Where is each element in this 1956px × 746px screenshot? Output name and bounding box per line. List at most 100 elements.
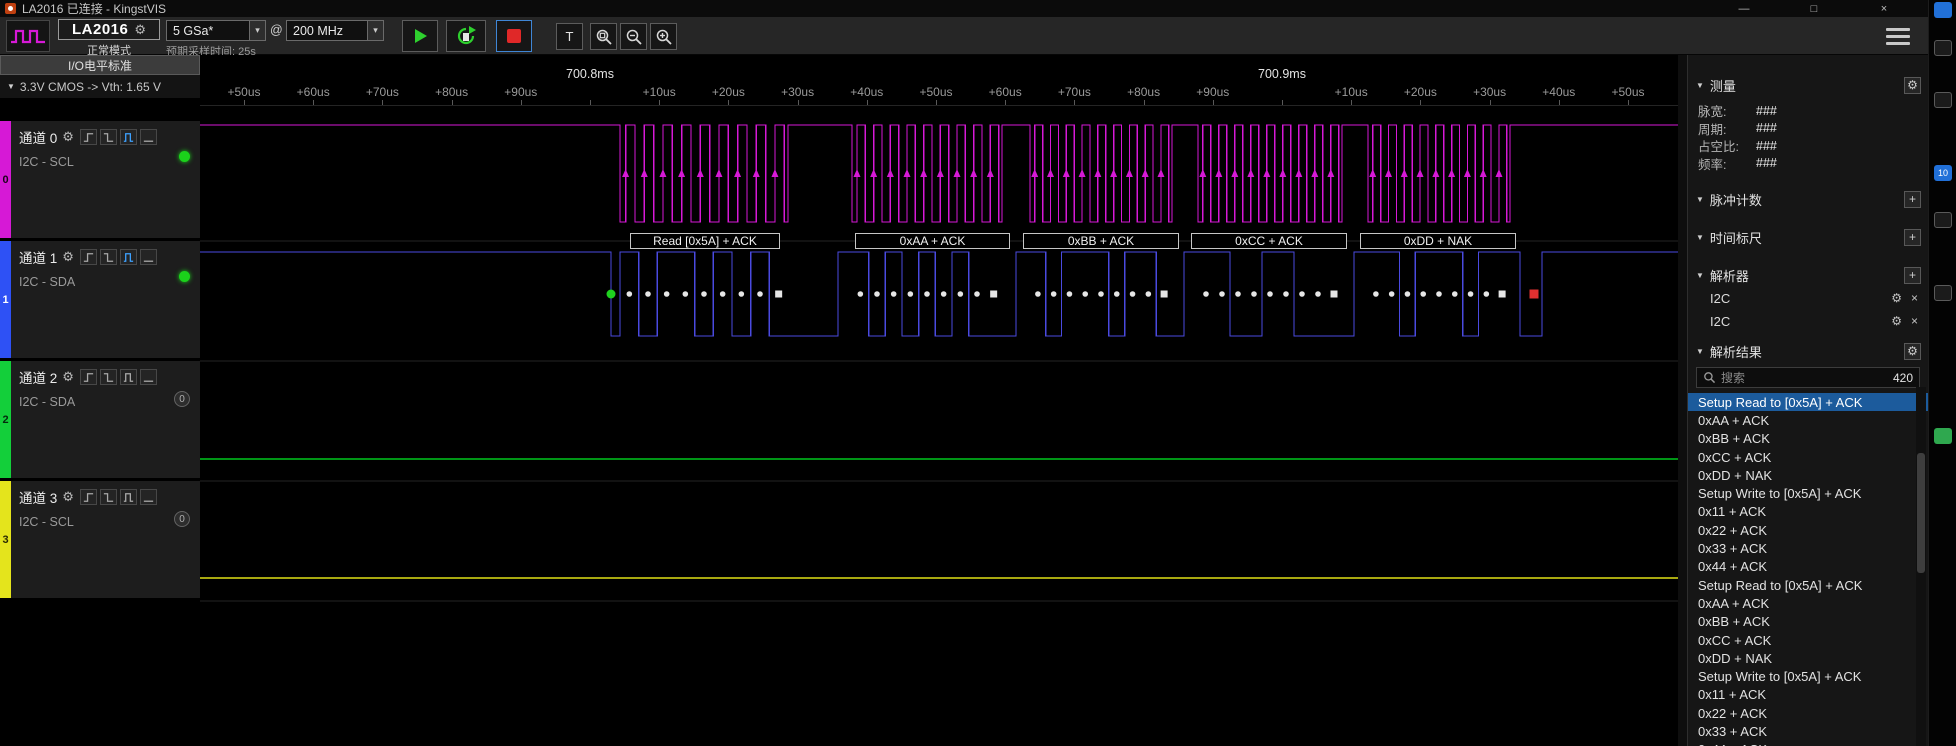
waveform-viewport[interactable] — [200, 55, 1678, 746]
section-time-ruler[interactable]: ▼ 时间标尺 + — [1688, 227, 1928, 247]
section-measure[interactable]: ▼ 测量 ⚙ — [1688, 75, 1928, 95]
external-search-icon[interactable] — [1934, 92, 1952, 108]
search-input[interactable] — [1721, 371, 1888, 385]
trigger-low-icon[interactable] — [140, 249, 157, 265]
results-settings-gear-icon[interactable]: ⚙ — [1904, 343, 1921, 360]
decoder-add-button[interactable]: + — [1904, 267, 1921, 284]
device-settings-gear-icon[interactable]: ⚙ — [134, 23, 146, 36]
channel-row-2[interactable]: 2通道 2⚙I2C - SDA0 — [0, 361, 200, 480]
decode-label[interactable]: Read [0x5A] + ACK — [630, 233, 780, 249]
trigger-position-button[interactable]: T — [556, 23, 583, 50]
trigger-low-icon[interactable] — [140, 129, 157, 145]
start-capture-button[interactable] — [402, 20, 438, 52]
result-item[interactable]: 0x33 + ACK — [1688, 722, 1928, 740]
channel-row-0[interactable]: 0通道 0⚙I2C - SCL — [0, 121, 200, 240]
external-tool-icon[interactable] — [1934, 212, 1952, 228]
device-selector[interactable]: LA2016 ⚙ — [58, 19, 160, 40]
trigger-pulse-icon[interactable] — [120, 489, 137, 505]
channel-settings-gear-icon[interactable]: ⚙ — [62, 489, 74, 505]
trigger-rising-edge-icon[interactable] — [80, 369, 97, 385]
chevron-down-icon[interactable]: ▾ — [249, 21, 265, 40]
trigger-falling-edge-icon[interactable] — [100, 129, 117, 145]
decoder-item[interactable]: I2C⚙× — [1688, 311, 1928, 331]
trigger-rising-edge-icon[interactable] — [80, 489, 97, 505]
channel-row-1[interactable]: 1通道 1⚙I2C - SDA — [0, 241, 200, 360]
result-item[interactable]: 0xAA + ACK — [1688, 594, 1928, 612]
pulse-count-add-button[interactable]: + — [1904, 191, 1921, 208]
result-item[interactable]: 0x22 + ACK — [1688, 521, 1928, 539]
decoder-remove-icon[interactable]: × — [1911, 314, 1918, 328]
decoder-item[interactable]: I2C⚙× — [1688, 288, 1928, 308]
channel-settings-gear-icon[interactable]: ⚙ — [62, 249, 74, 265]
trigger-low-icon[interactable] — [140, 489, 157, 505]
result-item[interactable]: 0xDD + NAK — [1688, 649, 1928, 667]
trigger-falling-edge-icon[interactable] — [100, 489, 117, 505]
clock-freq-select[interactable]: 200 MHz ▾ — [286, 20, 384, 41]
loop-capture-button[interactable] — [446, 20, 486, 52]
trigger-rising-edge-icon[interactable] — [80, 249, 97, 265]
trigger-falling-edge-icon[interactable] — [100, 249, 117, 265]
result-item[interactable]: 0xCC + ACK — [1688, 448, 1928, 466]
zoom-in-button[interactable] — [650, 23, 677, 50]
chevron-down-icon[interactable]: ▾ — [367, 21, 383, 40]
result-item[interactable]: 0xBB + ACK — [1688, 430, 1928, 448]
result-item[interactable]: 0xDD + NAK — [1688, 466, 1928, 484]
sample-rate-select[interactable]: 5 GSa* ▾ — [166, 20, 266, 41]
result-item[interactable]: 0x44 + ACK — [1688, 741, 1928, 746]
decode-label[interactable]: 0xCC + ACK — [1191, 233, 1347, 249]
trigger-pulse-icon[interactable] — [120, 129, 137, 145]
zoom-fit-button[interactable] — [590, 23, 617, 50]
result-item[interactable]: Setup Read to [0x5A] + ACK — [1688, 393, 1928, 411]
stop-capture-button[interactable] — [496, 20, 532, 52]
io-level-value[interactable]: ▼ 3.3V CMOS -> Vth: 1.65 V — [0, 75, 200, 98]
result-item[interactable]: 0xBB + ACK — [1688, 613, 1928, 631]
trigger-falling-edge-icon[interactable] — [100, 369, 117, 385]
section-pulse-count[interactable]: ▼ 脉冲计数 + — [1688, 189, 1928, 209]
decoder-remove-icon[interactable]: × — [1911, 291, 1918, 305]
decoder-settings-gear-icon[interactable]: ⚙ — [1891, 314, 1902, 328]
section-decode-results[interactable]: ▼ 解析结果 ⚙ — [1688, 341, 1928, 361]
channel-color-stripe[interactable]: 2 — [0, 361, 11, 478]
external-keyboard-icon[interactable] — [1934, 285, 1952, 301]
decoder-settings-gear-icon[interactable]: ⚙ — [1891, 291, 1902, 305]
results-scrollbar-thumb[interactable] — [1917, 453, 1925, 573]
maximize-button[interactable]: □ — [1786, 0, 1842, 17]
results-search-box[interactable]: 420 — [1696, 367, 1920, 388]
waveform-vertical-scrollbar[interactable] — [1678, 55, 1687, 746]
channel-row-3[interactable]: 3通道 3⚙I2C - SCL0 — [0, 481, 200, 600]
channel-settings-gear-icon[interactable]: ⚙ — [62, 129, 74, 145]
channel-color-stripe[interactable]: 0 — [0, 121, 11, 238]
channel-color-stripe[interactable]: 1 — [0, 241, 11, 358]
external-window-icon[interactable] — [1934, 40, 1952, 56]
decode-label[interactable]: 0xBB + ACK — [1023, 233, 1179, 249]
result-item[interactable]: 0x44 + ACK — [1688, 558, 1928, 576]
decode-label[interactable]: 0xAA + ACK — [855, 233, 1010, 249]
result-item[interactable]: 0xAA + ACK — [1688, 411, 1928, 429]
channel-color-stripe[interactable]: 3 — [0, 481, 11, 598]
external-status-icon[interactable] — [1934, 428, 1952, 444]
close-button[interactable]: × — [1856, 0, 1912, 17]
menu-hamburger-button[interactable] — [1886, 25, 1910, 47]
time-ruler-add-button[interactable]: + — [1904, 229, 1921, 246]
trigger-pulse-icon[interactable] — [120, 369, 137, 385]
result-item[interactable]: 0x33 + ACK — [1688, 539, 1928, 557]
section-decoders[interactable]: ▼ 解析器 + — [1688, 265, 1928, 285]
trigger-rising-edge-icon[interactable] — [80, 129, 97, 145]
results-scrollbar[interactable] — [1916, 387, 1926, 746]
measure-settings-gear-icon[interactable]: ⚙ — [1904, 77, 1921, 94]
result-item[interactable]: 0x11 + ACK — [1688, 686, 1928, 704]
trigger-low-icon[interactable] — [140, 369, 157, 385]
io-level-standard-button[interactable]: I/O电平标准 — [0, 55, 200, 75]
minimize-button[interactable]: — — [1716, 0, 1772, 17]
result-item[interactable]: 0x11 + ACK — [1688, 503, 1928, 521]
result-item[interactable]: 0xCC + ACK — [1688, 631, 1928, 649]
result-item[interactable]: 0x22 + ACK — [1688, 704, 1928, 722]
trigger-pulse-icon[interactable] — [120, 249, 137, 265]
result-item[interactable]: Setup Read to [0x5A] + ACK — [1688, 576, 1928, 594]
zoom-out-button[interactable] — [620, 23, 647, 50]
external-app-icon[interactable] — [1934, 2, 1952, 18]
result-item[interactable]: Setup Write to [0x5A] + ACK — [1688, 484, 1928, 502]
decode-label[interactable]: 0xDD + NAK — [1360, 233, 1516, 249]
result-item[interactable]: Setup Write to [0x5A] + ACK — [1688, 667, 1928, 685]
channel-settings-gear-icon[interactable]: ⚙ — [62, 369, 74, 385]
